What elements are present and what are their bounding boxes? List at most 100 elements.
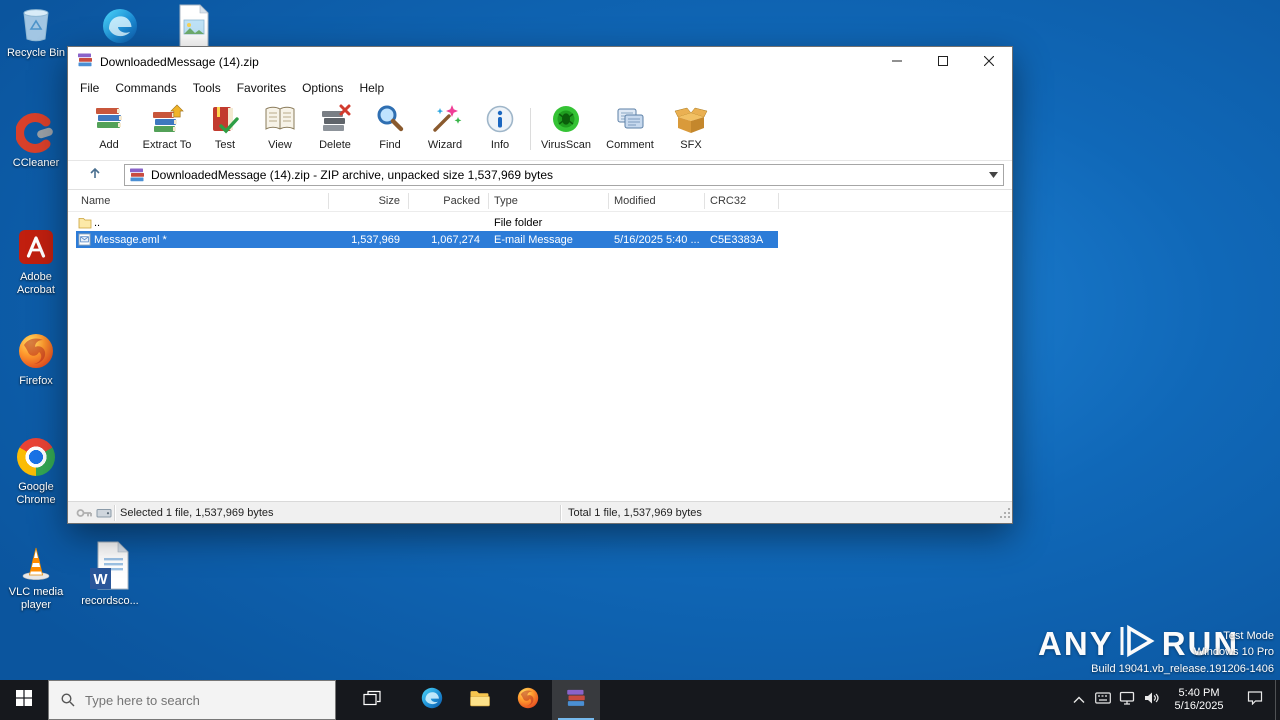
column-divider[interactable]: [488, 193, 489, 209]
tray-network-button[interactable]: [1115, 680, 1139, 720]
start-button[interactable]: [0, 680, 48, 720]
key-icon[interactable]: [76, 506, 93, 523]
edge-icon: [420, 686, 444, 715]
up-button[interactable]: [78, 164, 112, 186]
table-row-parent-folder[interactable]: .. File folder: [76, 214, 778, 231]
menu-tools[interactable]: Tools: [185, 77, 229, 99]
column-divider[interactable]: [608, 193, 609, 209]
tray-keyboard-button[interactable]: [1091, 680, 1115, 720]
eml-file-icon: [78, 231, 91, 248]
taskbar-firefox[interactable]: [504, 680, 552, 720]
acrobat-icon: [16, 226, 56, 268]
taskbar-edge[interactable]: [408, 680, 456, 720]
test-button[interactable]: Test: [196, 102, 254, 159]
menu-help[interactable]: Help: [351, 77, 392, 99]
chrome-icon: [17, 436, 55, 478]
vlc-icon: [16, 543, 56, 583]
search-input[interactable]: [85, 692, 310, 708]
add-label: Add: [99, 139, 119, 151]
info-button[interactable]: Info: [471, 102, 529, 159]
column-header-modified[interactable]: Modified: [614, 190, 656, 212]
add-button[interactable]: Add: [80, 102, 138, 159]
column-header-type[interactable]: Type: [494, 190, 518, 212]
sfx-icon: [674, 102, 708, 136]
folder-icon: [78, 214, 92, 231]
view-icon: [263, 102, 297, 136]
ccleaner-icon: [16, 112, 56, 154]
find-button[interactable]: Find: [361, 102, 419, 159]
test-label: Test: [214, 139, 236, 151]
up-icon: [87, 165, 103, 186]
toolbar: Add Extract To Test View Delete Find Wiz…: [68, 99, 1012, 161]
desktop-icon-firefox[interactable]: Firefox: [2, 330, 70, 388]
find-label: Find: [379, 139, 401, 151]
column-divider[interactable]: [328, 193, 329, 209]
firefox-icon: [16, 330, 56, 372]
comment-button[interactable]: Comment: [601, 102, 659, 159]
maximize-button[interactable]: [920, 47, 966, 77]
menu-options[interactable]: Options: [294, 77, 351, 99]
view-button[interactable]: View: [251, 102, 309, 159]
desktop-icon-recycle-bin[interactable]: Recycle Bin: [2, 4, 70, 60]
address-combobox[interactable]: DownloadedMessage (14).zip - ZIP archive…: [124, 164, 1004, 186]
taskbar-clock[interactable]: 5:40 PM 5/16/2025: [1163, 680, 1235, 720]
drive-icon[interactable]: [96, 506, 112, 523]
show-desktop-button[interactable]: [1275, 680, 1280, 720]
row-crc32: C5E3383A: [710, 233, 764, 246]
extract-to-button[interactable]: Extract To: [138, 102, 196, 159]
column-divider[interactable]: [408, 193, 409, 209]
desktop-icon-google-chrome[interactable]: Google Chrome: [2, 436, 70, 507]
column-header-packed[interactable]: Packed: [408, 190, 480, 212]
desktop-icon-ccleaner[interactable]: CCleaner: [2, 112, 70, 170]
tray-chevron-button[interactable]: [1067, 680, 1091, 720]
column-divider[interactable]: [778, 193, 779, 209]
title-bar[interactable]: DownloadedMessage (14).zip: [68, 47, 1012, 77]
taskbar-file-explorer[interactable]: [456, 680, 504, 720]
desktop-icon-image-file[interactable]: [160, 4, 228, 48]
column-header-name[interactable]: Name: [81, 190, 110, 212]
wizard-icon: [428, 102, 462, 136]
desktop-icon-adobe-acrobat[interactable]: Adobe Acrobat: [2, 226, 70, 297]
firefox-icon: [516, 686, 540, 715]
task-view-button[interactable]: [348, 680, 396, 720]
test-icon: [208, 102, 242, 136]
status-bar: Selected 1 file, 1,537,969 bytes Total 1…: [68, 501, 1012, 523]
minimize-button[interactable]: [874, 47, 920, 77]
table-row-message-eml[interactable]: Message.eml * 1,537,969 1,067,274 E-mail…: [76, 231, 778, 248]
menu-commands[interactable]: Commands: [107, 77, 184, 99]
row-packed: 1,067,274: [431, 233, 480, 246]
action-center-button[interactable]: [1235, 680, 1275, 720]
taskbar-search[interactable]: [48, 680, 336, 720]
desktop-icon-vlc[interactable]: VLC media player: [2, 543, 70, 612]
column-header-size[interactable]: Size: [328, 190, 400, 212]
menu-favorites[interactable]: Favorites: [229, 77, 294, 99]
toolbar-separator: [530, 108, 531, 150]
delete-label: Delete: [319, 139, 351, 151]
row-type: E-mail Message: [494, 233, 573, 246]
delete-button[interactable]: Delete: [306, 102, 364, 159]
watermark-test-mode: Test Mode: [1223, 630, 1274, 642]
comment-label: Comment: [606, 139, 654, 151]
resize-grip[interactable]: [999, 507, 1011, 522]
close-button[interactable]: [966, 47, 1012, 77]
wizard-button[interactable]: Wizard: [416, 102, 474, 159]
menu-bar: File Commands Tools Favorites Options He…: [68, 77, 1012, 99]
winrar-logo-icon: [566, 688, 586, 713]
menu-file[interactable]: File: [72, 77, 107, 99]
desktop-icon-edge[interactable]: [86, 6, 154, 46]
desktop-icon-recordsco[interactable]: W recordsco...: [76, 540, 144, 608]
column-divider[interactable]: [704, 193, 705, 209]
taskbar-winrar[interactable]: [552, 680, 600, 720]
sfx-button[interactable]: SFX: [662, 102, 720, 159]
search-icon: [61, 693, 75, 707]
tray-volume-button[interactable]: [1139, 680, 1163, 720]
column-header-crc32[interactable]: CRC32: [710, 190, 746, 212]
desktop-icon-label: Adobe Acrobat: [17, 271, 55, 296]
status-divider: [560, 505, 561, 521]
dropdown-icon[interactable]: [983, 165, 1003, 185]
row-name: ..: [94, 216, 101, 229]
image-file-icon: [176, 4, 212, 48]
virusscan-button[interactable]: VirusScan: [537, 102, 595, 159]
task-view-icon: [363, 690, 381, 711]
add-icon: [92, 102, 126, 136]
